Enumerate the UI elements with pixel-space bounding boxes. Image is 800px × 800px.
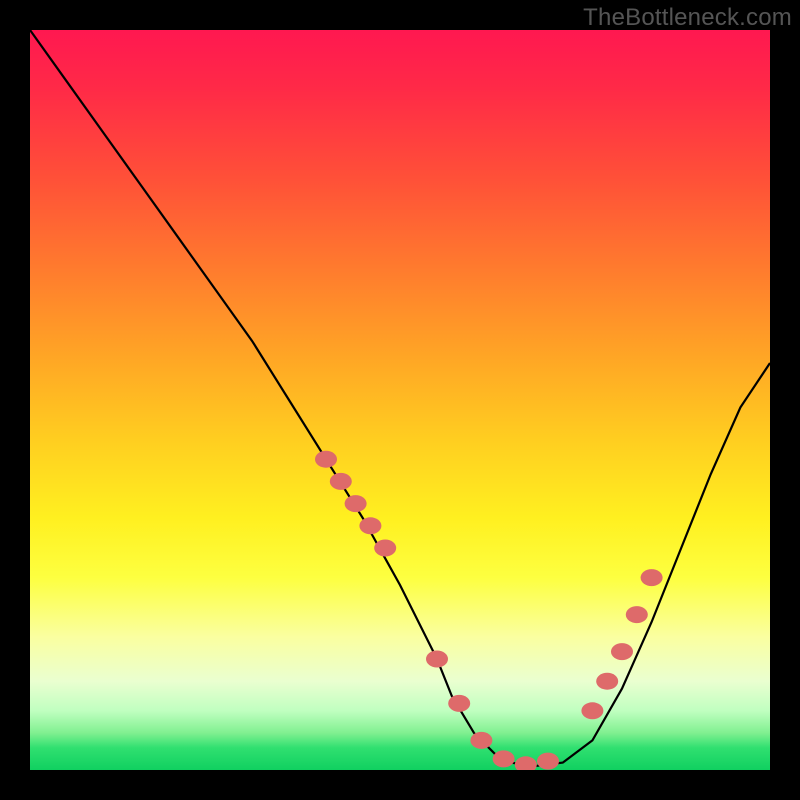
marker-dot: [330, 473, 352, 490]
marker-dot: [611, 643, 633, 660]
chart-svg: [30, 30, 770, 770]
marker-dot: [515, 756, 537, 770]
curve-line: [30, 30, 770, 766]
marker-dot: [359, 517, 381, 534]
marker-dot: [626, 606, 648, 623]
marker-dot: [537, 753, 559, 770]
marker-dot: [345, 495, 367, 512]
marker-dot: [426, 651, 448, 668]
chart-container: [30, 30, 770, 770]
marker-dot: [581, 702, 603, 719]
watermark-text: TheBottleneck.com: [583, 4, 792, 32]
marker-dot: [470, 732, 492, 749]
marker-dot: [493, 750, 515, 767]
marker-dot: [374, 540, 396, 557]
plot-area: [30, 30, 770, 770]
highlight-markers: [315, 451, 663, 770]
marker-dot: [315, 451, 337, 468]
marker-dot: [641, 569, 663, 586]
marker-dot: [448, 695, 470, 712]
marker-dot: [596, 673, 618, 690]
